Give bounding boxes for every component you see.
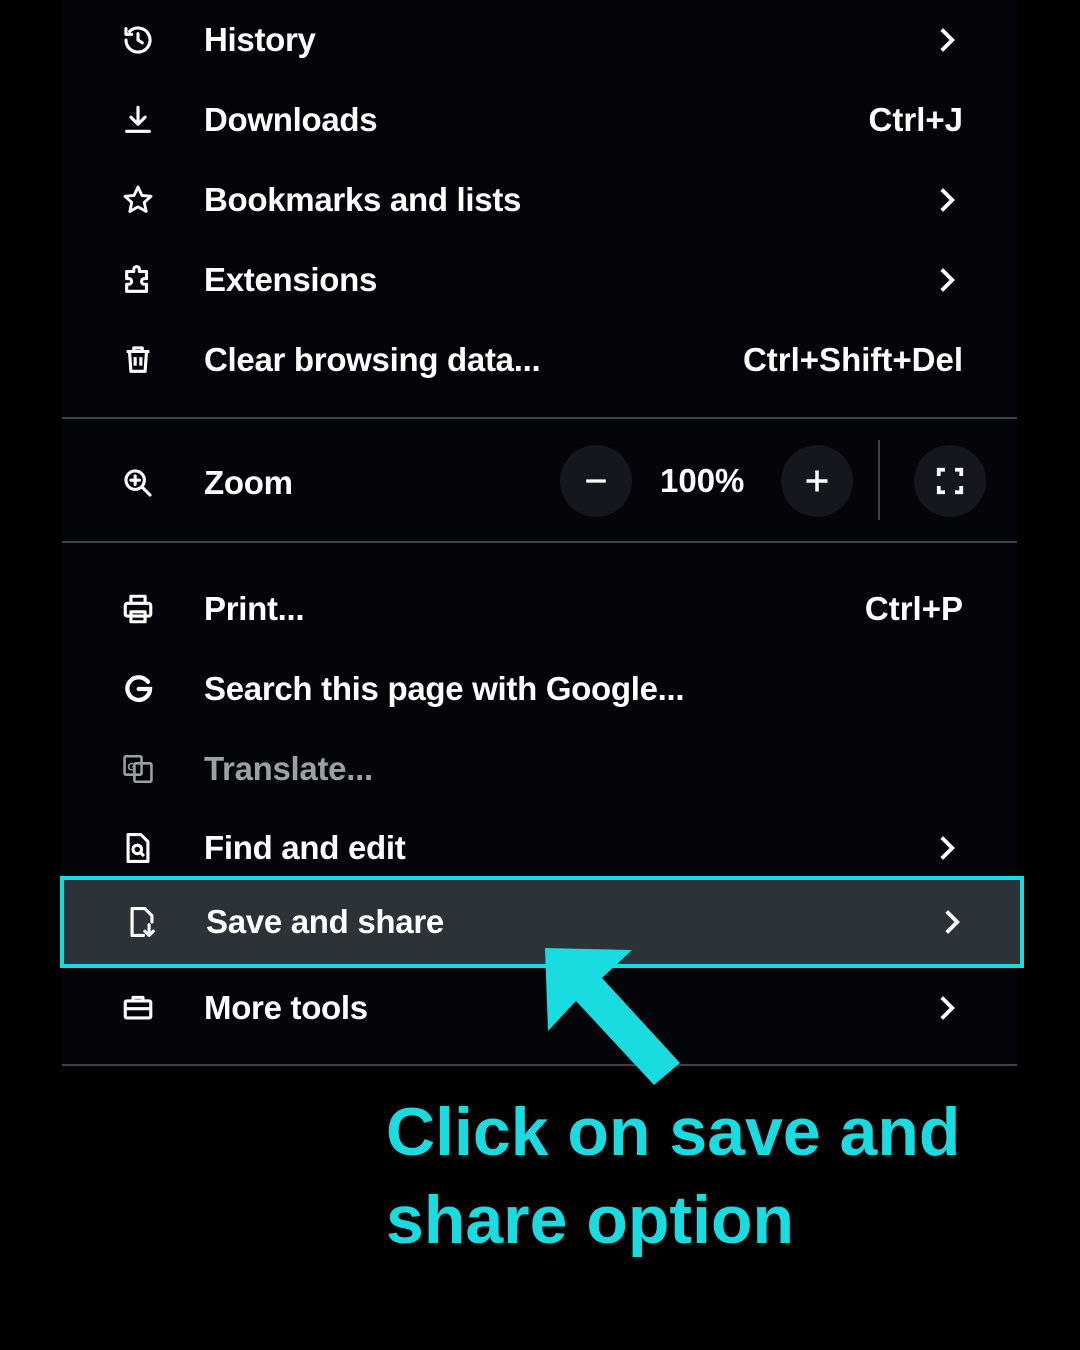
chevron-right-icon	[945, 910, 960, 934]
menu-item-clear-browsing-data[interactable]: Clear browsing data... Ctrl+Shift+Del	[62, 320, 1017, 400]
menu-item-label: Save and share	[206, 903, 444, 940]
google-icon	[118, 669, 158, 709]
zoom-label-row: Zoom	[62, 440, 1017, 526]
menu-item-print[interactable]: Print... Ctrl+P	[62, 569, 1017, 649]
download-icon	[118, 100, 158, 140]
menu-item-label: History	[204, 21, 316, 58]
save-share-icon	[122, 902, 162, 942]
menu-item-search-with-google[interactable]: Search this page with Google...	[62, 649, 1017, 729]
shortcut-label: Ctrl+P	[864, 590, 963, 627]
menu-divider	[62, 541, 1017, 543]
menu-item-label: Search this page with Google...	[204, 670, 685, 707]
zoom-separator	[878, 440, 880, 520]
menu-item-history[interactable]: History	[62, 0, 1017, 80]
printer-icon	[118, 589, 158, 629]
chevron-right-icon	[940, 28, 955, 52]
menu-item-bookmarks[interactable]: Bookmarks and lists	[62, 160, 1017, 240]
zoom-out-button[interactable]	[560, 445, 632, 517]
menu-item-label: Bookmarks and lists	[204, 181, 522, 218]
menu-item-label: Find and edit	[204, 829, 406, 866]
menu-item-extensions[interactable]: Extensions	[62, 240, 1017, 320]
zoom-label: Zoom	[204, 464, 293, 501]
menu-item-label: More tools	[204, 989, 368, 1026]
shortcut-label: Ctrl+J	[868, 101, 963, 138]
zoom-row: Zoom 100%	[62, 440, 1017, 526]
fullscreen-icon	[936, 467, 964, 495]
star-icon	[118, 180, 158, 220]
toolbox-icon	[118, 988, 158, 1028]
chevron-right-icon	[940, 996, 955, 1020]
puzzle-icon	[118, 260, 158, 300]
menu-divider	[62, 417, 1017, 419]
zoom-icon	[118, 463, 158, 503]
chevron-right-icon	[940, 188, 955, 212]
svg-text:G: G	[127, 761, 136, 773]
zoom-in-button[interactable]	[781, 445, 853, 517]
menu-item-label: Print...	[204, 590, 305, 627]
trash-icon	[118, 340, 158, 380]
menu-item-label: Downloads	[204, 101, 378, 138]
menu-item-translate: G Translate...	[62, 729, 1017, 809]
fullscreen-button[interactable]	[914, 445, 986, 517]
zoom-value: 100%	[660, 462, 745, 499]
chevron-right-icon	[940, 268, 955, 292]
menu-item-downloads[interactable]: Downloads Ctrl+J	[62, 80, 1017, 160]
history-icon	[118, 20, 158, 60]
chevron-right-icon	[940, 836, 955, 860]
menu-item-label: Extensions	[204, 261, 378, 298]
shortcut-label: Ctrl+Shift+Del	[742, 341, 963, 378]
annotation-caption: Click on save and share option	[386, 1094, 961, 1258]
translate-icon: G	[118, 749, 158, 789]
plus-icon	[806, 470, 828, 492]
menu-item-label: Clear browsing data...	[204, 341, 541, 378]
annotation-arrow-icon	[545, 948, 680, 1085]
find-page-icon	[118, 828, 158, 868]
minus-icon	[586, 479, 606, 483]
menu-item-label: Translate...	[204, 750, 373, 787]
